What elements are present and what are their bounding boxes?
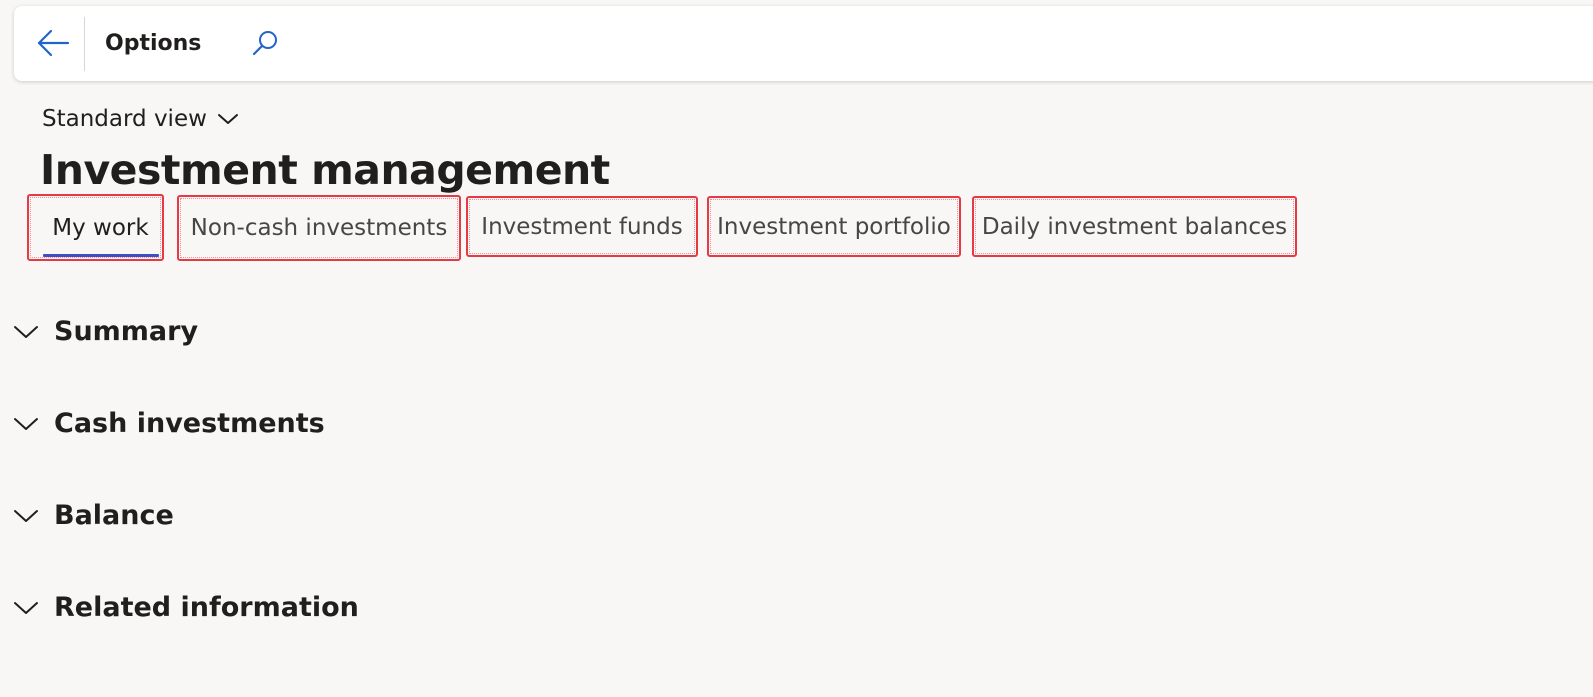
- page-title: Investment management: [40, 146, 610, 194]
- tab-label: Investment funds: [481, 213, 683, 240]
- section-summary[interactable]: Summary: [12, 316, 198, 347]
- tab-investment-portfolio[interactable]: Investment portfolio: [707, 196, 961, 257]
- arrow-left-icon: [37, 29, 70, 57]
- top-action-bar: Options: [14, 6, 1593, 81]
- chevron-down-icon: [12, 318, 40, 346]
- tab-daily-investment-balances[interactable]: Daily investment balances: [972, 196, 1297, 257]
- divider: [84, 17, 85, 71]
- chevron-down-icon: [12, 410, 40, 438]
- search-button[interactable]: [248, 26, 282, 60]
- section-balance[interactable]: Balance: [12, 500, 174, 531]
- section-label: Balance: [54, 500, 174, 531]
- chevron-down-icon: [12, 502, 40, 530]
- section-label: Summary: [54, 316, 199, 347]
- view-selector-label: Standard view: [42, 106, 207, 132]
- section-related-information[interactable]: Related information: [12, 592, 359, 623]
- tab-label: Non-cash investments: [190, 215, 448, 241]
- section-cash-investments[interactable]: Cash investments: [12, 408, 325, 439]
- view-selector[interactable]: Standard view: [42, 106, 239, 132]
- options-menu[interactable]: Options: [105, 31, 201, 56]
- active-tab-indicator: [43, 254, 159, 257]
- tab-my-work[interactable]: My work: [27, 194, 164, 261]
- tab-investment-funds[interactable]: Investment funds: [466, 196, 698, 257]
- section-label: Cash investments: [54, 408, 325, 439]
- chevron-down-icon: [217, 114, 238, 124]
- tab-label: My work: [52, 214, 149, 241]
- back-button[interactable]: [34, 24, 72, 62]
- search-icon: [252, 31, 277, 56]
- tab-non-cash-investments[interactable]: Non-cash investments: [177, 195, 461, 261]
- section-label: Related information: [54, 592, 359, 623]
- tab-label: Investment portfolio: [717, 213, 951, 240]
- chevron-down-icon: [12, 594, 40, 622]
- tab-label: Daily investment balances: [981, 213, 1288, 240]
